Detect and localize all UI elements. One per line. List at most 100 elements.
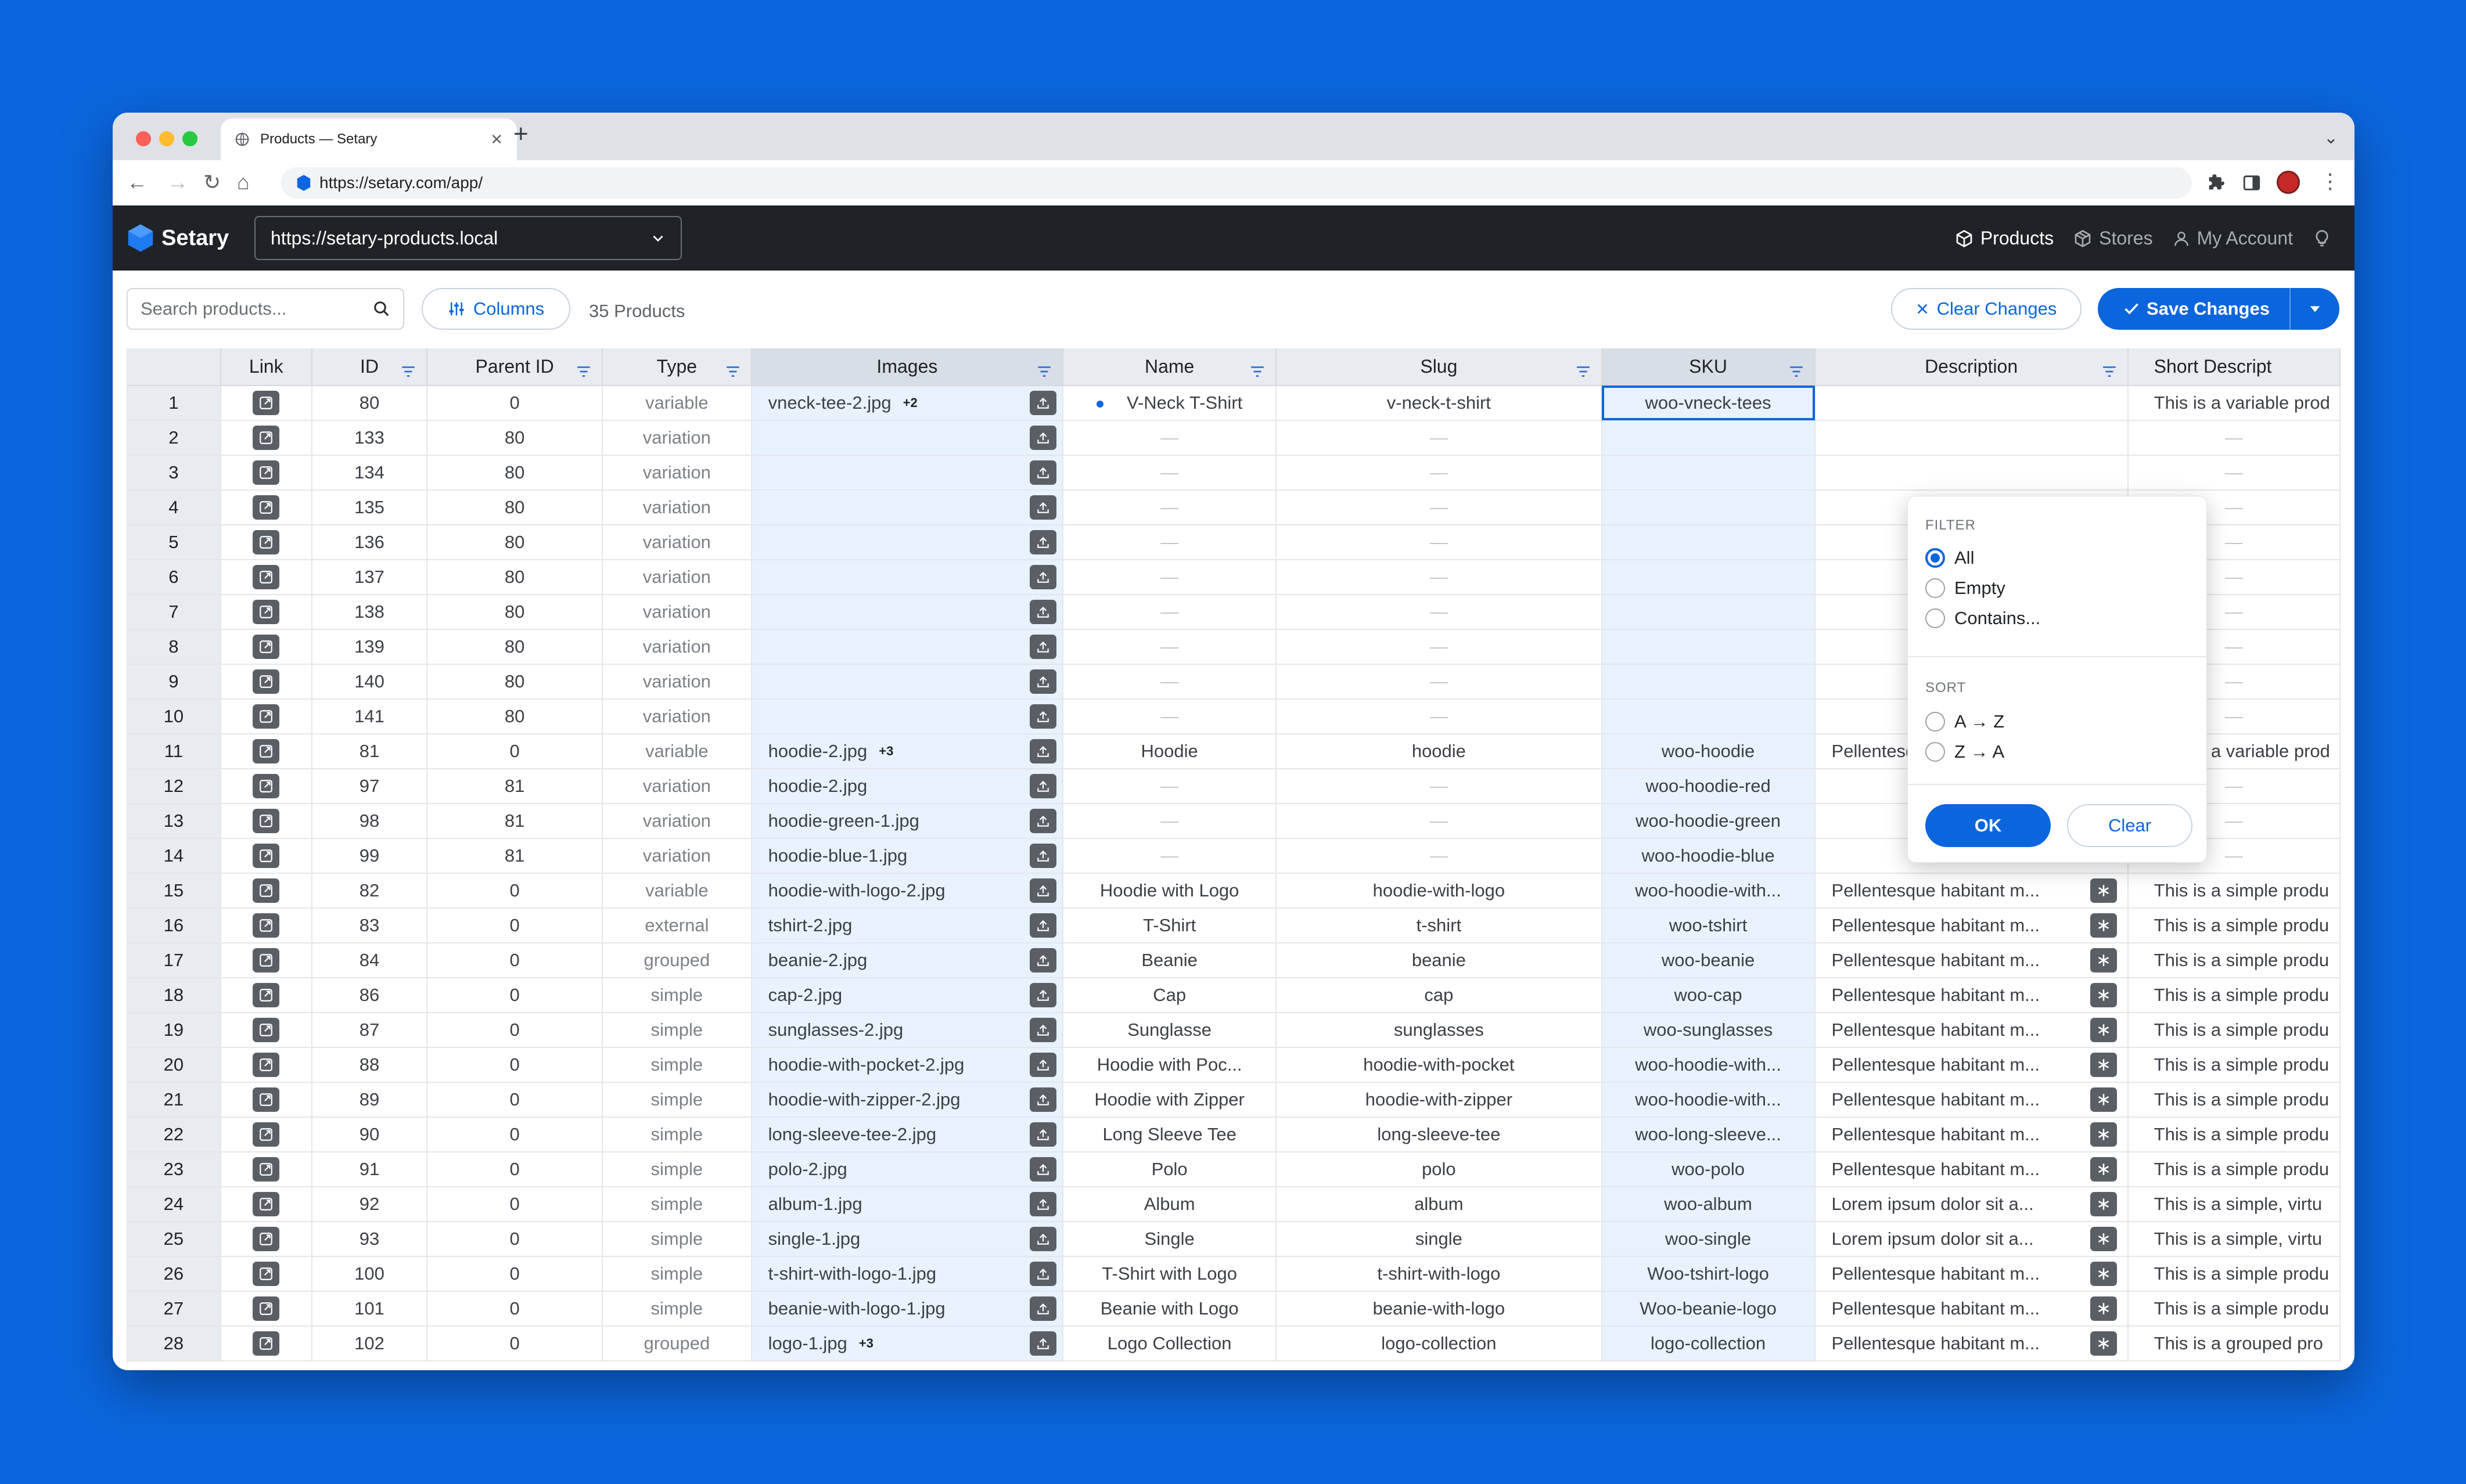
slug-cell[interactable]: — xyxy=(1276,420,1602,456)
sku-cell[interactable]: woo-hoodie xyxy=(1601,734,1816,769)
short-description-cell[interactable]: This is a simple produ xyxy=(2127,1013,2341,1048)
type-cell[interactable]: simple xyxy=(602,1082,752,1118)
upload-icon[interactable] xyxy=(1030,1331,1057,1356)
images-cell[interactable]: t-shirt-with-logo-1.jpg xyxy=(751,1256,1064,1292)
upload-icon[interactable] xyxy=(1030,739,1057,763)
external-link-icon[interactable] xyxy=(253,600,280,624)
column-filter-icon[interactable] xyxy=(576,361,591,383)
sku-cell[interactable]: woo-cap xyxy=(1601,978,1816,1013)
id-cell[interactable]: 98 xyxy=(311,804,428,839)
external-link-icon[interactable] xyxy=(253,495,280,520)
name-cell[interactable]: — xyxy=(1063,455,1277,491)
images-cell[interactable]: hoodie-green-1.jpg xyxy=(751,804,1064,839)
description-cell[interactable]: Pellentesque habitant m... xyxy=(1814,1117,2129,1152)
type-cell[interactable]: variation xyxy=(602,525,752,560)
id-cell[interactable]: 92 xyxy=(311,1187,428,1222)
id-cell[interactable]: 97 xyxy=(311,769,428,804)
edit-html-icon[interactable] xyxy=(2090,1296,2117,1321)
parent-id-cell[interactable]: 81 xyxy=(427,838,603,874)
name-cell[interactable]: — xyxy=(1063,490,1277,525)
name-cell[interactable]: V-Neck T-Shirt xyxy=(1063,386,1277,421)
save-options-dropdown[interactable] xyxy=(2289,288,2339,330)
save-changes-button[interactable]: Save Changes xyxy=(2098,288,2339,330)
parent-id-cell[interactable]: 80 xyxy=(427,525,603,560)
sku-cell[interactable]: woo-sunglasses xyxy=(1601,1013,1816,1048)
column-filter-icon[interactable] xyxy=(2102,361,2117,383)
slug-cell[interactable]: hoodie xyxy=(1276,734,1602,769)
browser-menu-icon[interactable]: ⋮ xyxy=(2320,170,2341,193)
sku-cell[interactable]: woo-single xyxy=(1601,1222,1816,1257)
slug-cell[interactable]: — xyxy=(1276,769,1602,804)
upload-icon[interactable] xyxy=(1030,530,1057,554)
images-cell[interactable] xyxy=(751,699,1064,734)
images-cell[interactable] xyxy=(751,420,1064,456)
slug-cell[interactable]: sunglasses xyxy=(1276,1013,1602,1048)
images-cell[interactable]: hoodie-blue-1.jpg xyxy=(751,838,1064,874)
external-link-icon[interactable] xyxy=(253,1122,280,1147)
upload-icon[interactable] xyxy=(1030,635,1057,659)
short-description-cell[interactable]: This is a simple produ xyxy=(2127,978,2341,1013)
images-cell[interactable]: single-1.jpg xyxy=(751,1222,1064,1257)
type-cell[interactable]: variation xyxy=(602,595,752,630)
external-link-icon[interactable] xyxy=(253,669,280,694)
id-cell[interactable]: 81 xyxy=(311,734,428,769)
upload-icon[interactable] xyxy=(1030,1157,1057,1182)
name-cell[interactable]: — xyxy=(1063,838,1277,874)
back-icon[interactable]: ← xyxy=(127,171,148,194)
name-cell[interactable]: Album xyxy=(1063,1187,1277,1222)
upload-icon[interactable] xyxy=(1030,426,1057,450)
images-cell[interactable]: hoodie-2.jpg +3 xyxy=(751,734,1064,769)
slug-cell[interactable]: polo xyxy=(1276,1152,1602,1187)
description-cell[interactable]: Lorem ipsum dolor sit a... xyxy=(1814,1187,2129,1222)
sku-cell[interactable]: woo-hoodie-with... xyxy=(1601,873,1816,909)
edit-html-icon[interactable] xyxy=(2090,1331,2117,1356)
lightbulb-icon[interactable] xyxy=(2313,229,2331,248)
parent-id-cell[interactable]: 0 xyxy=(427,978,603,1013)
images-cell[interactable]: beanie-2.jpg xyxy=(751,943,1064,978)
short-description-cell[interactable]: — xyxy=(2127,420,2341,456)
upload-icon[interactable] xyxy=(1030,774,1057,798)
column-header-parent-id[interactable]: Parent ID xyxy=(427,348,603,386)
sku-cell[interactable] xyxy=(1601,455,1816,491)
name-cell[interactable]: — xyxy=(1063,664,1277,700)
id-cell[interactable]: 133 xyxy=(311,420,428,456)
slug-cell[interactable]: — xyxy=(1276,664,1602,700)
name-cell[interactable]: Beanie xyxy=(1063,943,1277,978)
slug-cell[interactable]: — xyxy=(1276,595,1602,630)
edit-html-icon[interactable] xyxy=(2090,913,2117,938)
slug-cell[interactable]: long-sleeve-tee xyxy=(1276,1117,1602,1152)
name-cell[interactable]: Hoodie with Poc... xyxy=(1063,1047,1277,1083)
upload-icon[interactable] xyxy=(1030,669,1057,694)
upload-icon[interactable] xyxy=(1030,809,1057,833)
ok-button[interactable]: OK xyxy=(1925,804,2051,847)
slug-cell[interactable]: single xyxy=(1276,1222,1602,1257)
parent-id-cell[interactable]: 80 xyxy=(427,629,603,665)
name-cell[interactable]: Beanie with Logo xyxy=(1063,1291,1277,1327)
id-cell[interactable]: 140 xyxy=(311,664,428,700)
images-cell[interactable]: vneck-tee-2.jpg +2 xyxy=(751,386,1064,421)
edit-html-icon[interactable] xyxy=(2090,1018,2117,1042)
short-description-cell[interactable]: This is a simple, virtu xyxy=(2127,1187,2341,1222)
home-icon[interactable]: ⌂ xyxy=(237,171,250,194)
name-cell[interactable]: Hoodie with Logo xyxy=(1063,873,1277,909)
slug-cell[interactable]: — xyxy=(1276,525,1602,560)
sku-cell[interactable]: woo-long-sleeve... xyxy=(1601,1117,1816,1152)
type-cell[interactable]: variation xyxy=(602,804,752,839)
id-cell[interactable]: 84 xyxy=(311,943,428,978)
type-cell[interactable]: grouped xyxy=(602,1326,752,1361)
parent-id-cell[interactable]: 80 xyxy=(427,699,603,734)
column-filter-icon[interactable] xyxy=(1576,361,1591,383)
images-cell[interactable]: long-sleeve-tee-2.jpg xyxy=(751,1117,1064,1152)
slug-cell[interactable]: beanie-with-logo xyxy=(1276,1291,1602,1327)
description-cell[interactable] xyxy=(1814,420,2129,456)
type-cell[interactable]: variation xyxy=(602,629,752,665)
name-cell[interactable]: Polo xyxy=(1063,1152,1277,1187)
type-cell[interactable]: variation xyxy=(602,769,752,804)
column-header-id[interactable]: ID xyxy=(311,348,428,386)
parent-id-cell[interactable]: 0 xyxy=(427,1013,603,1048)
short-description-cell[interactable]: This is a simple produ xyxy=(2127,1256,2341,1292)
type-cell[interactable]: simple xyxy=(602,1291,752,1327)
sku-cell[interactable] xyxy=(1601,525,1816,560)
description-cell[interactable]: Pellentesque habitant m... xyxy=(1814,1326,2129,1361)
external-link-icon[interactable] xyxy=(253,1157,280,1182)
